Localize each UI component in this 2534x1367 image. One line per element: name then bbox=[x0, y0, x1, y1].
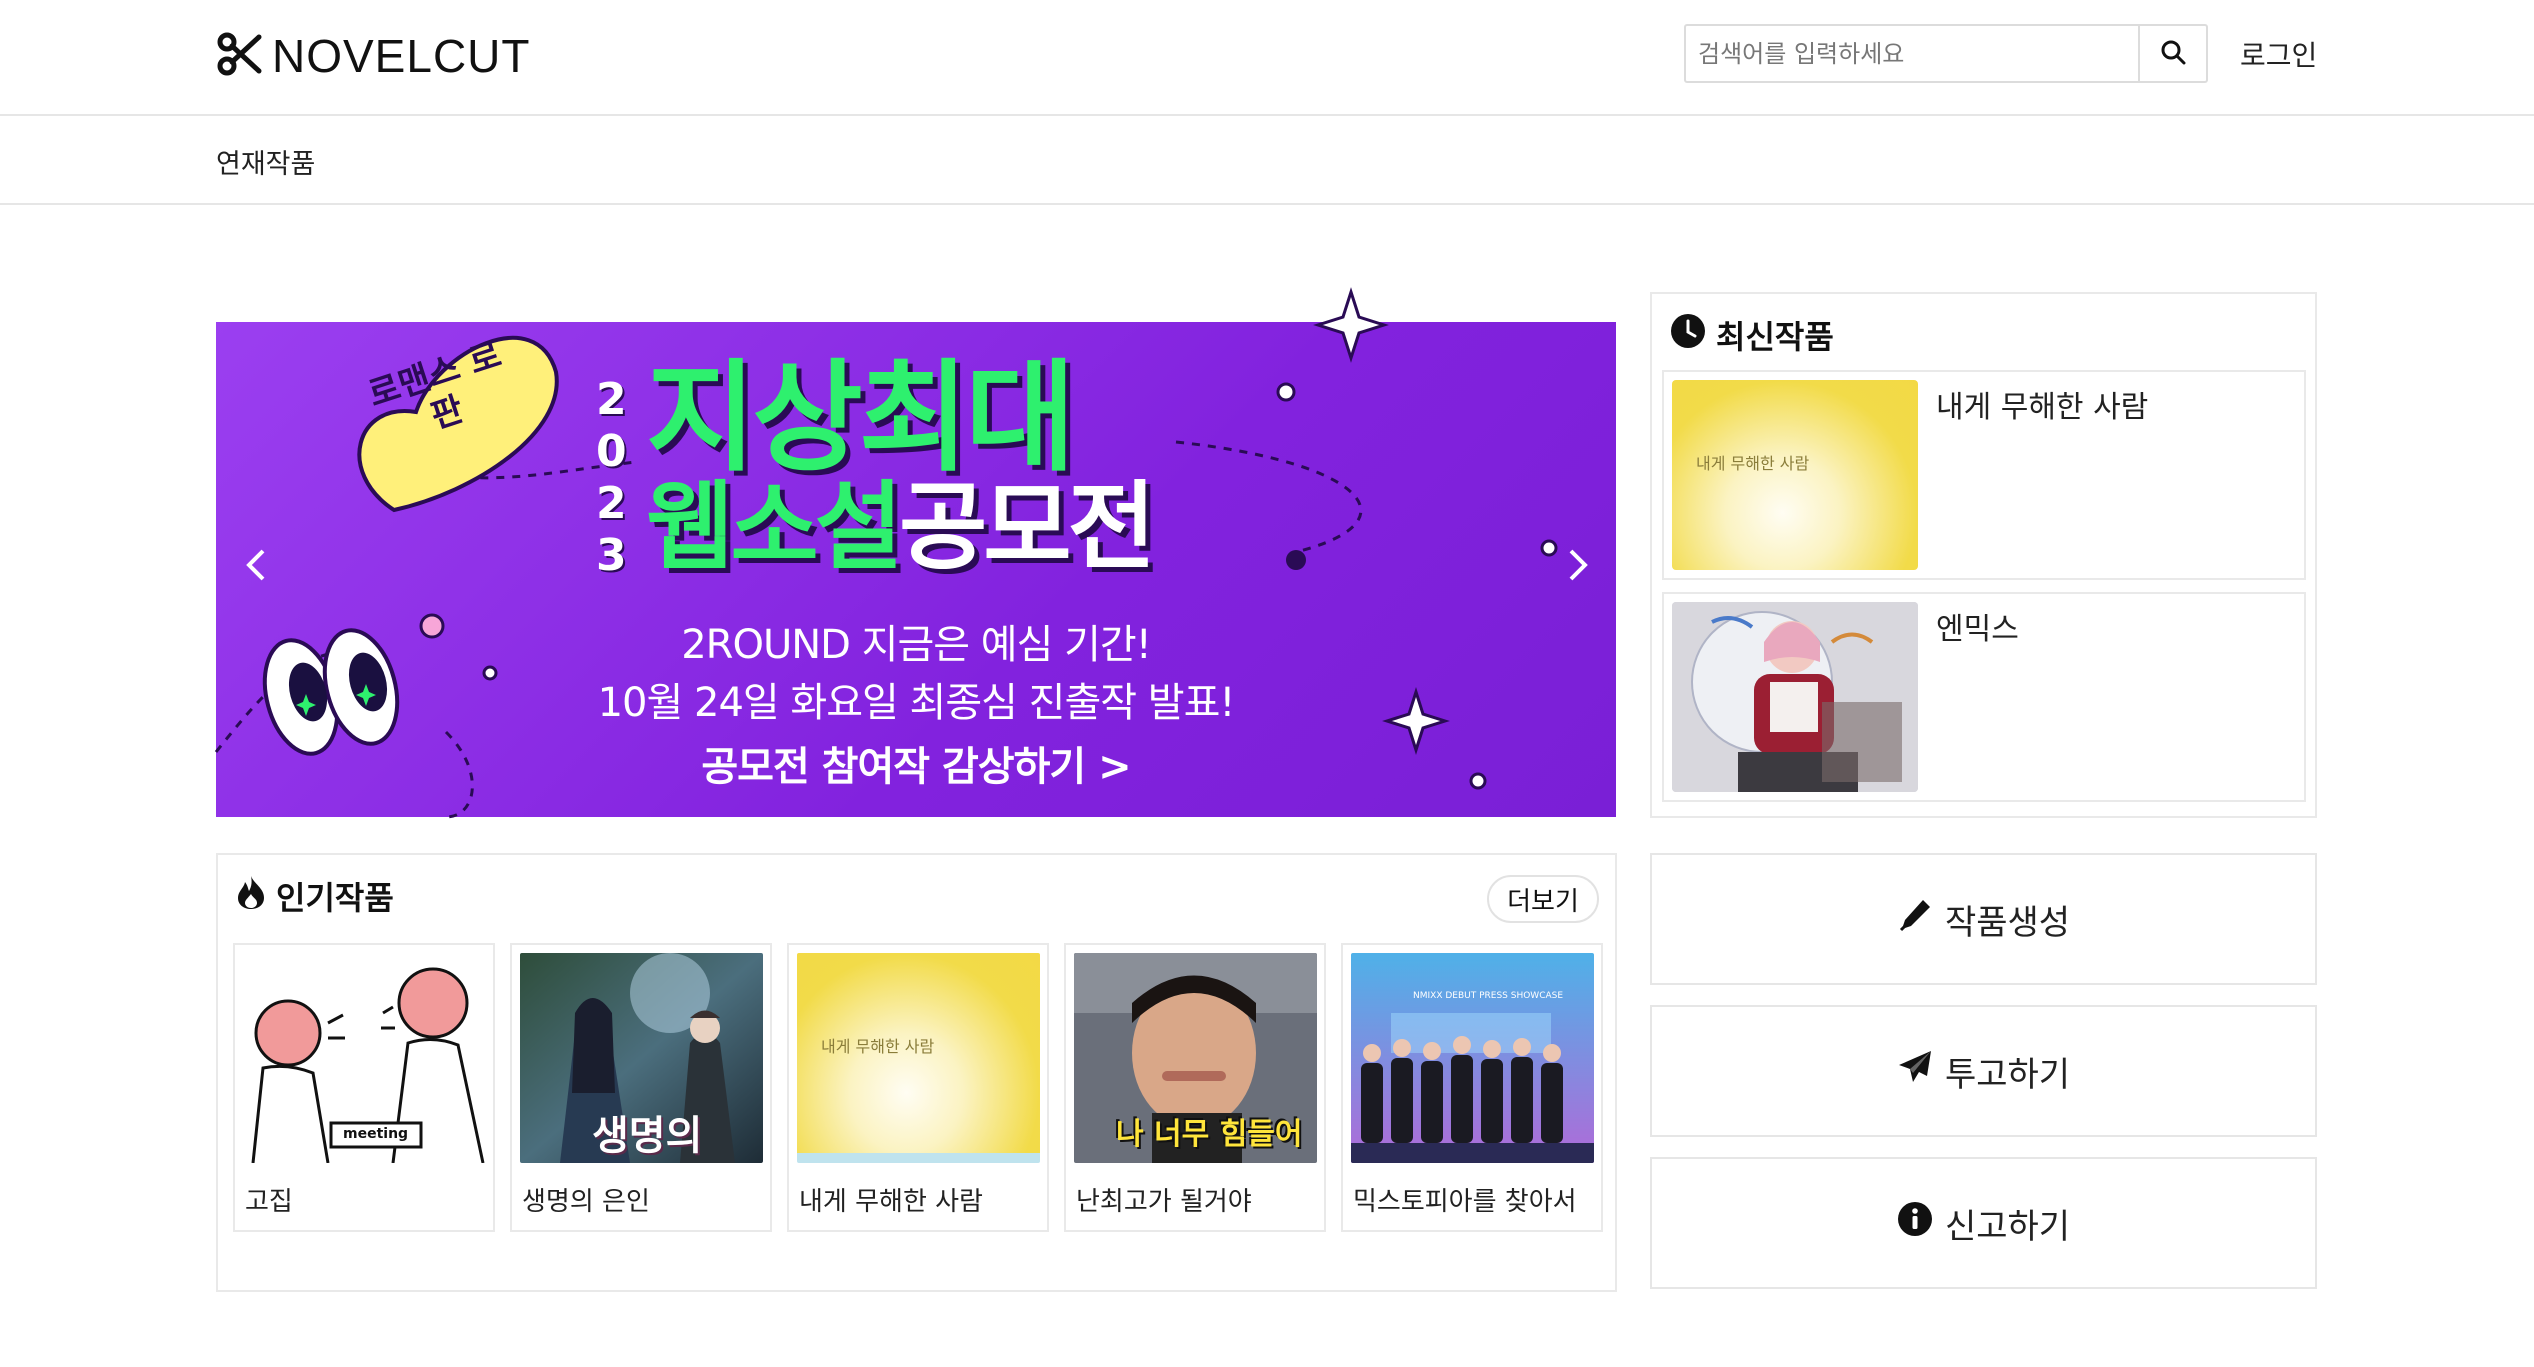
logo-text: NOVELCUT bbox=[272, 30, 531, 82]
banner-year: 2023 bbox=[596, 374, 627, 581]
submit-work-button[interactable]: 투고하기 bbox=[1650, 1005, 2317, 1137]
popular-item[interactable]: meeting 고집 bbox=[233, 943, 495, 1232]
banner-text-date: 10월 24일 화요일 최종심 진출작 발표! bbox=[597, 680, 1236, 726]
banner-text-round: 2ROUND 지금은 예심 기간! bbox=[681, 622, 1152, 668]
report-label: 신고하기 bbox=[1944, 1206, 2071, 1247]
logo[interactable]: NOVELCUT bbox=[216, 28, 530, 84]
search-box bbox=[1684, 24, 2208, 83]
promo-banner[interactable]: 로맨스 로판 2023 지상최대 웹소설공모전 2ROUND 지금은 예심 기간… bbox=[214, 287, 1616, 819]
latest-item-title: 엔믹스 bbox=[1936, 612, 2019, 647]
banner-prev-button[interactable] bbox=[236, 537, 276, 597]
search-button[interactable] bbox=[2138, 26, 2206, 81]
banner-next-button[interactable] bbox=[1558, 537, 1598, 597]
popular-item-cover: NMIXX DEBUT PRESS SHOWCASE bbox=[1351, 953, 1594, 1163]
search-icon bbox=[2160, 39, 2186, 69]
latest-item-cover: 내게 무해한 사람 bbox=[1672, 380, 1918, 570]
more-button[interactable]: 더보기 bbox=[1487, 875, 1599, 923]
latest-item-cover bbox=[1672, 602, 1918, 792]
popular-item[interactable]: 내게 무해한 사람 내게 무해한 사람 bbox=[787, 943, 1049, 1232]
popular-item-title: 생명의 은인 bbox=[522, 1187, 650, 1217]
popular-item-title: 내게 무해한 사람 bbox=[799, 1187, 983, 1217]
popular-item-cover: 내게 무해한 사람 bbox=[797, 953, 1040, 1163]
stage-photo-art bbox=[1351, 953, 1594, 1163]
popular-item-title: 믹스토피아를 찾아서 bbox=[1353, 1187, 1577, 1217]
popular-works-title: 인기작품 bbox=[276, 879, 394, 917]
popular-item-cover: 나 너무 힘들어 bbox=[1074, 953, 1317, 1163]
cover-title-text: 생명의 bbox=[592, 1113, 703, 1159]
paper-plane-icon bbox=[1897, 1049, 1933, 1094]
pen-icon bbox=[1897, 897, 1933, 942]
clock-icon bbox=[1670, 313, 1706, 357]
latest-works-panel: 최신작품 내게 무해한 사람 내게 무해한 사람 엔믹스 bbox=[1650, 292, 2317, 818]
popular-works-header: 인기작품 bbox=[236, 873, 394, 919]
cover-title-text: NMIXX DEBUT PRESS SHOWCASE bbox=[1413, 991, 1564, 1001]
search-input[interactable] bbox=[1686, 26, 2138, 81]
latest-item[interactable]: 내게 무해한 사람 내게 무해한 사람 bbox=[1662, 370, 2306, 580]
popular-item[interactable]: NMIXX DEBUT PRESS SHOWCASE 믹스토피아를 찾아서 bbox=[1341, 943, 1603, 1232]
top-header: NOVELCUT 로그인 bbox=[0, 0, 2534, 116]
report-button[interactable]: 신고하기 bbox=[1650, 1157, 2317, 1289]
create-work-label: 작품생성 bbox=[1944, 902, 2071, 943]
popular-item-cover: 생명의 bbox=[520, 953, 763, 1163]
scissors-icon bbox=[216, 31, 262, 81]
banner-headline-2a: 웹소설 bbox=[646, 471, 903, 583]
submit-work-label: 투고하기 bbox=[1944, 1054, 2071, 1095]
popular-item[interactable]: 나 너무 힘들어 난최고가 될거야 bbox=[1064, 943, 1326, 1232]
cover-title-text: meeting bbox=[343, 1126, 409, 1142]
latest-works-header: 최신작품 bbox=[1670, 312, 1834, 358]
latest-item[interactable]: 엔믹스 bbox=[1662, 592, 2306, 802]
popular-item-cover: meeting bbox=[243, 953, 486, 1163]
popular-item-title: 고집 bbox=[245, 1187, 293, 1217]
cover-title-text: 내게 무해한 사람 bbox=[1696, 454, 1810, 473]
cover-title-text: 나 너무 힘들어 bbox=[1116, 1117, 1303, 1152]
popular-works-panel: 인기작품 더보기 meeting 고집 생명의 생명의 은인 내게 무해한 사람… bbox=[216, 853, 1617, 1292]
fire-icon bbox=[236, 874, 266, 918]
create-work-button[interactable]: 작품생성 bbox=[1650, 853, 2317, 985]
banner-headline-1: 지상최대 bbox=[646, 349, 1076, 488]
login-link[interactable]: 로그인 bbox=[2240, 34, 2317, 74]
banner-headline-2: 웹소설공모전 bbox=[646, 471, 1156, 583]
chevron-left-icon bbox=[245, 548, 267, 586]
cover-title-text: 내게 무해한 사람 bbox=[821, 1037, 935, 1056]
sub-navigation: 연재작품 bbox=[0, 116, 2534, 205]
nav-item-serial-works[interactable]: 연재작품 bbox=[216, 142, 315, 181]
popular-item[interactable]: 생명의 생명의 은인 bbox=[510, 943, 772, 1232]
info-icon bbox=[1897, 1201, 1933, 1246]
latest-item-title: 내게 무해한 사람 bbox=[1936, 390, 2149, 425]
nmixx-photo bbox=[1672, 602, 1918, 792]
banner-headline-2b: 공모전 bbox=[898, 471, 1156, 583]
chevron-right-icon bbox=[1567, 548, 1589, 586]
popular-item-title: 난최고가 될거야 bbox=[1076, 1187, 1252, 1217]
banner-cta[interactable]: 공모전 참여작 감상하기 > bbox=[216, 734, 1616, 792]
latest-works-title: 최신작품 bbox=[1716, 318, 1834, 356]
